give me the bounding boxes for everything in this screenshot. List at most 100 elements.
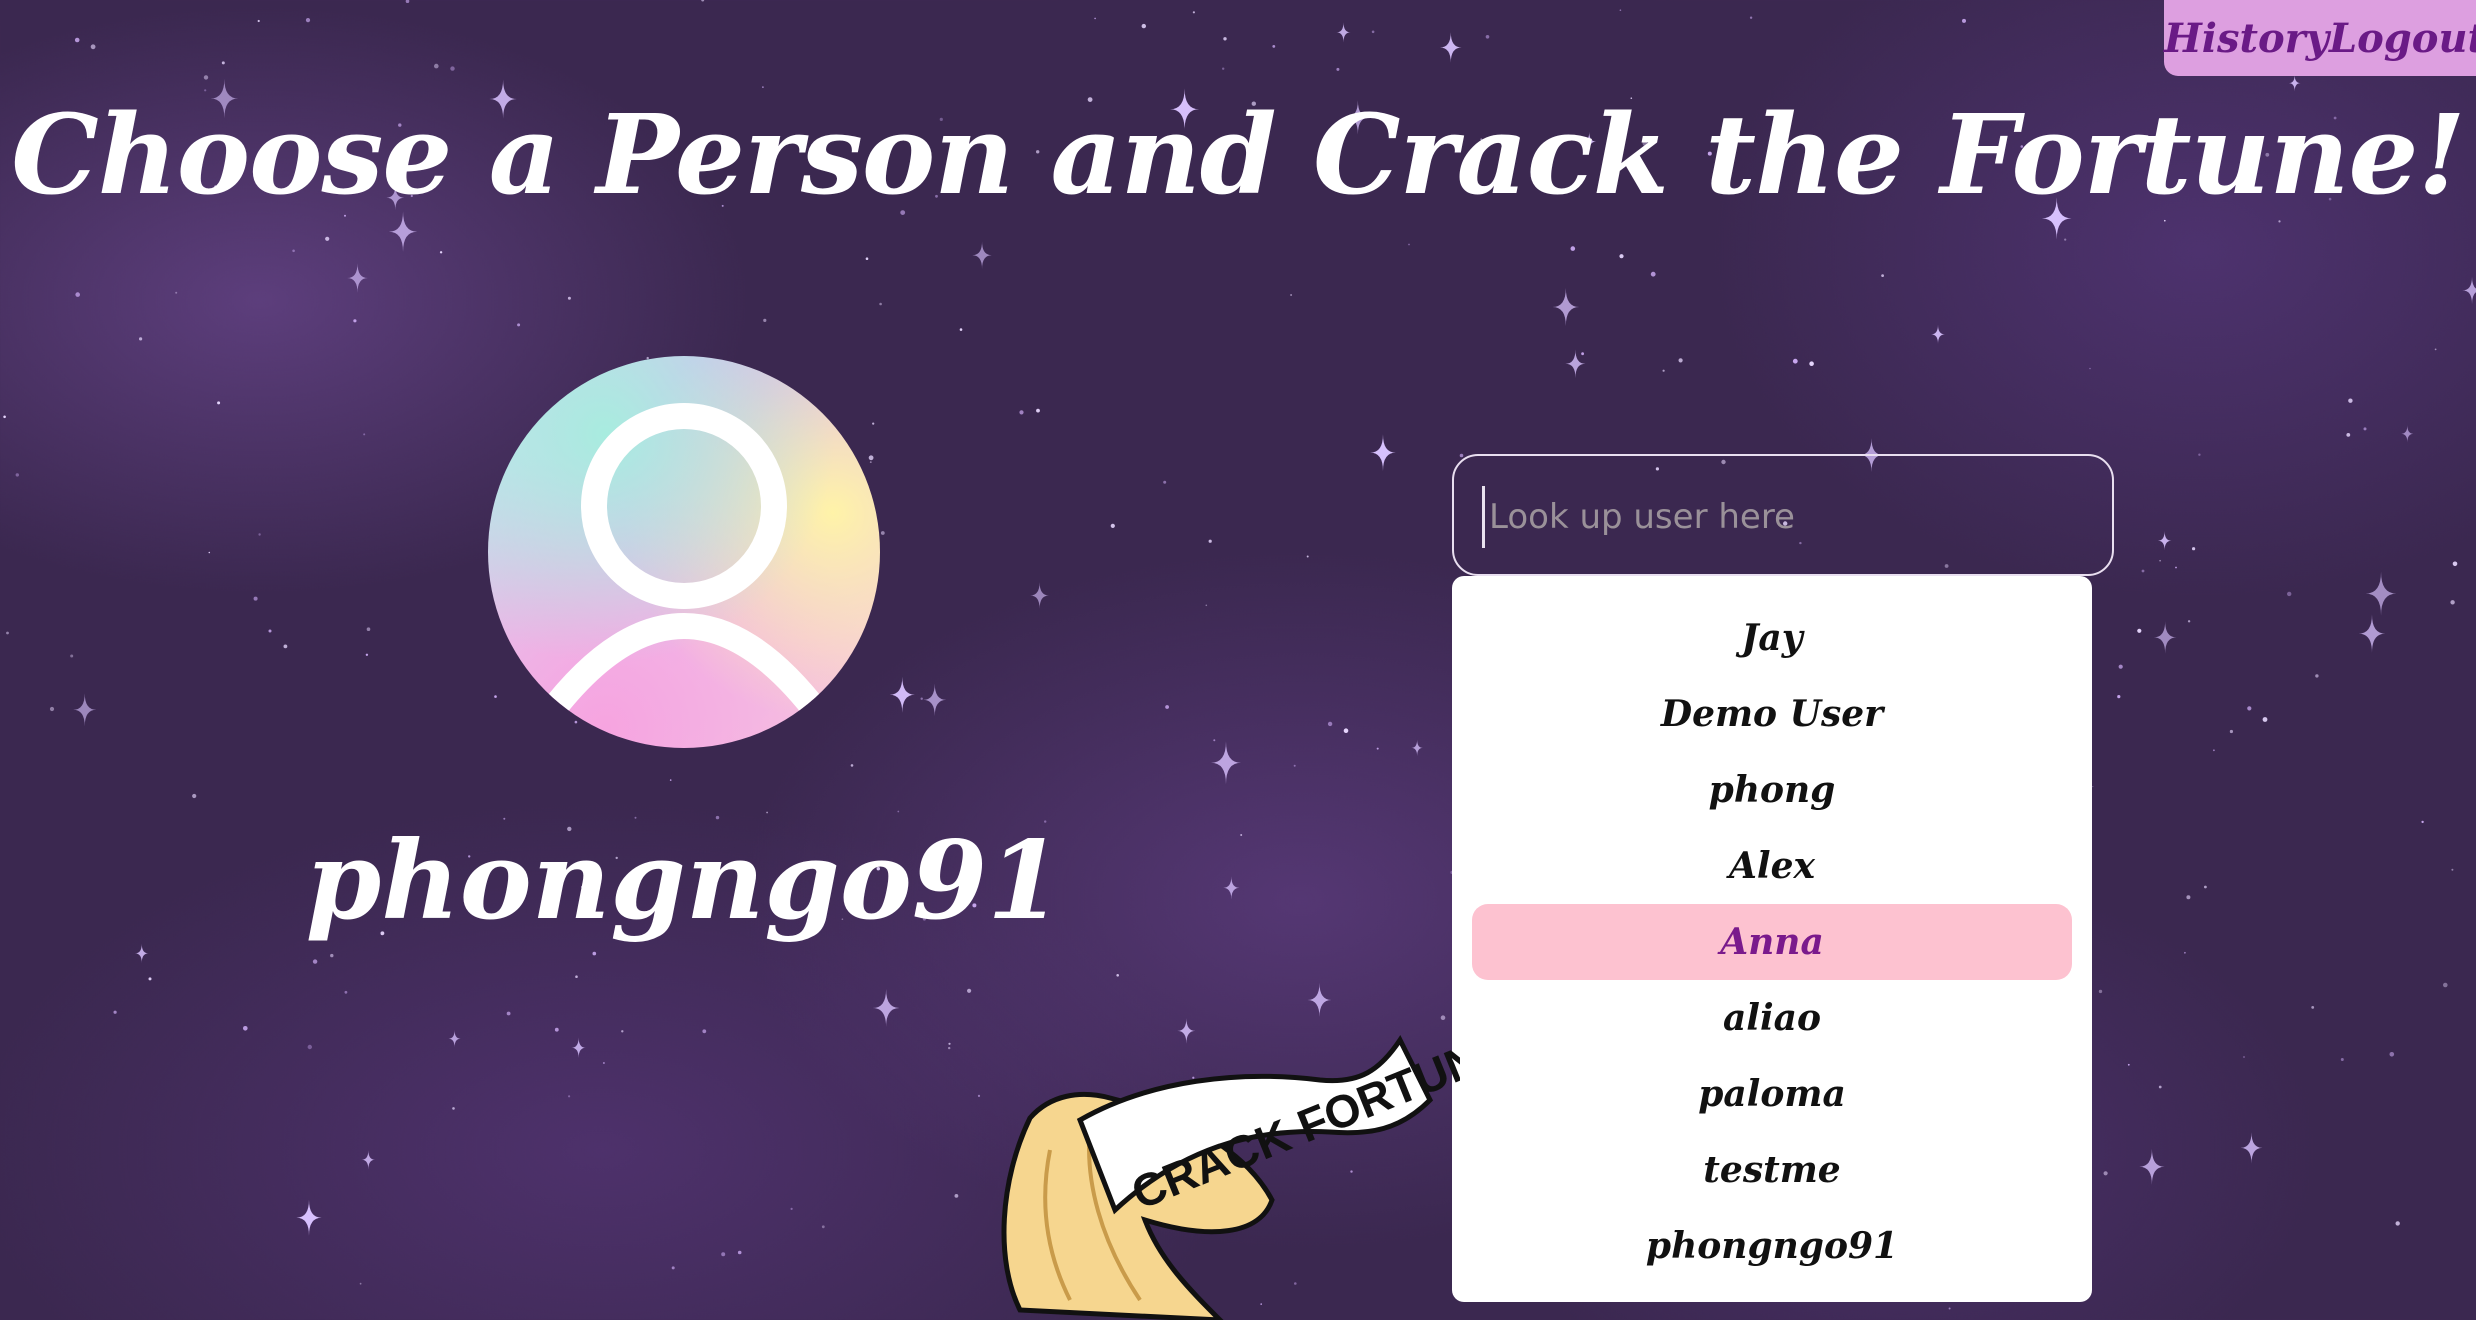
star bbox=[1336, 67, 1340, 71]
star bbox=[257, 19, 260, 23]
sparkle-star bbox=[1210, 741, 1241, 785]
star bbox=[554, 1027, 559, 1032]
star bbox=[2184, 951, 2186, 954]
dropdown-item[interactable]: testme bbox=[1472, 1132, 2072, 1208]
star bbox=[2451, 868, 2454, 871]
star bbox=[1371, 30, 1375, 34]
star bbox=[1208, 539, 1212, 543]
dropdown-item[interactable]: phong bbox=[1472, 752, 2072, 828]
star bbox=[1223, 37, 1227, 41]
star bbox=[2340, 1058, 2344, 1061]
sparkle-star bbox=[1411, 739, 1423, 757]
star bbox=[307, 1044, 312, 1050]
star bbox=[148, 977, 152, 981]
star bbox=[2186, 895, 2191, 900]
sparkle-star bbox=[1030, 582, 1049, 609]
sparkle-star bbox=[2365, 571, 2397, 616]
star bbox=[15, 473, 19, 477]
star bbox=[113, 1010, 117, 1014]
star bbox=[2278, 220, 2281, 223]
star bbox=[1272, 45, 1276, 48]
star bbox=[1141, 23, 1147, 29]
star bbox=[1116, 974, 1119, 977]
star bbox=[217, 401, 221, 405]
sparkle-star bbox=[923, 683, 947, 717]
star bbox=[2363, 427, 2367, 431]
star bbox=[203, 75, 209, 80]
dropdown-item-highlighted[interactable]: Anna bbox=[1472, 904, 2072, 980]
user-search-input[interactable] bbox=[1482, 486, 2091, 548]
star bbox=[2262, 717, 2268, 722]
star bbox=[450, 66, 455, 71]
star bbox=[865, 257, 869, 261]
star bbox=[2141, 569, 2145, 573]
star bbox=[1205, 604, 1208, 607]
star bbox=[517, 323, 521, 327]
star bbox=[2434, 348, 2437, 351]
star bbox=[671, 1266, 675, 1270]
star bbox=[2118, 664, 2123, 669]
star bbox=[1459, 453, 1464, 458]
star bbox=[253, 596, 258, 601]
star bbox=[879, 302, 882, 306]
user-suggestions-dropdown: Jay Demo User phong Alex Anna aliao palo… bbox=[1452, 576, 2092, 1302]
star bbox=[6, 631, 9, 635]
dropdown-item[interactable]: Demo User bbox=[1472, 676, 2072, 752]
star bbox=[897, 810, 900, 813]
sparkle-star bbox=[889, 676, 915, 713]
sparkle-star bbox=[571, 1037, 586, 1059]
sparkle-star bbox=[2153, 621, 2177, 654]
user-icon bbox=[537, 403, 831, 724]
dropdown-item[interactable]: Alex bbox=[1472, 828, 2072, 904]
star bbox=[2192, 547, 2196, 551]
top-nav: History Logout bbox=[2164, 0, 2476, 76]
dropdown-item[interactable]: paloma bbox=[1472, 1056, 2072, 1132]
dropdown-item[interactable]: phongngo91 bbox=[1472, 1208, 2072, 1284]
history-button[interactable]: History bbox=[2164, 0, 2329, 76]
star bbox=[192, 793, 197, 799]
star bbox=[959, 328, 963, 331]
user-search-box bbox=[1452, 454, 2114, 576]
star bbox=[1163, 480, 1167, 484]
star bbox=[1962, 18, 1966, 23]
star bbox=[1306, 555, 1309, 558]
star bbox=[954, 1194, 959, 1198]
star bbox=[948, 1042, 951, 1045]
star bbox=[1327, 721, 1333, 727]
star bbox=[766, 811, 768, 814]
sparkle-star bbox=[2139, 1148, 2165, 1185]
star bbox=[208, 551, 211, 554]
star bbox=[1570, 246, 1576, 251]
star bbox=[1749, 16, 1753, 19]
star bbox=[850, 764, 854, 767]
star bbox=[1408, 243, 1410, 246]
star bbox=[2247, 706, 2252, 711]
star bbox=[2187, 620, 2191, 623]
star bbox=[602, 1062, 605, 1064]
star bbox=[2137, 628, 2142, 633]
logout-button[interactable]: Logout bbox=[2329, 0, 2476, 76]
sparkle-star bbox=[1370, 434, 1396, 471]
star bbox=[258, 533, 261, 536]
star bbox=[2287, 591, 2292, 597]
sparkle-star bbox=[1931, 324, 1945, 345]
star bbox=[3, 415, 6, 419]
star bbox=[506, 1011, 511, 1016]
star bbox=[1792, 358, 1798, 364]
star bbox=[283, 644, 288, 649]
star bbox=[763, 318, 767, 322]
sparkle-star bbox=[296, 1199, 322, 1236]
star bbox=[721, 1252, 726, 1257]
dropdown-item[interactable]: Jay bbox=[1472, 600, 2072, 676]
star bbox=[1809, 361, 1814, 367]
star bbox=[2348, 398, 2353, 403]
star bbox=[2103, 1171, 2108, 1176]
page-title: Choose a Person and Crack the Fortune! bbox=[11, 90, 2466, 219]
dropdown-item[interactable]: aliao bbox=[1472, 980, 2072, 1056]
star bbox=[762, 86, 764, 88]
star bbox=[330, 953, 334, 958]
star bbox=[669, 779, 672, 781]
star bbox=[621, 1030, 624, 1033]
star bbox=[1678, 358, 1683, 363]
star bbox=[1290, 294, 1293, 296]
